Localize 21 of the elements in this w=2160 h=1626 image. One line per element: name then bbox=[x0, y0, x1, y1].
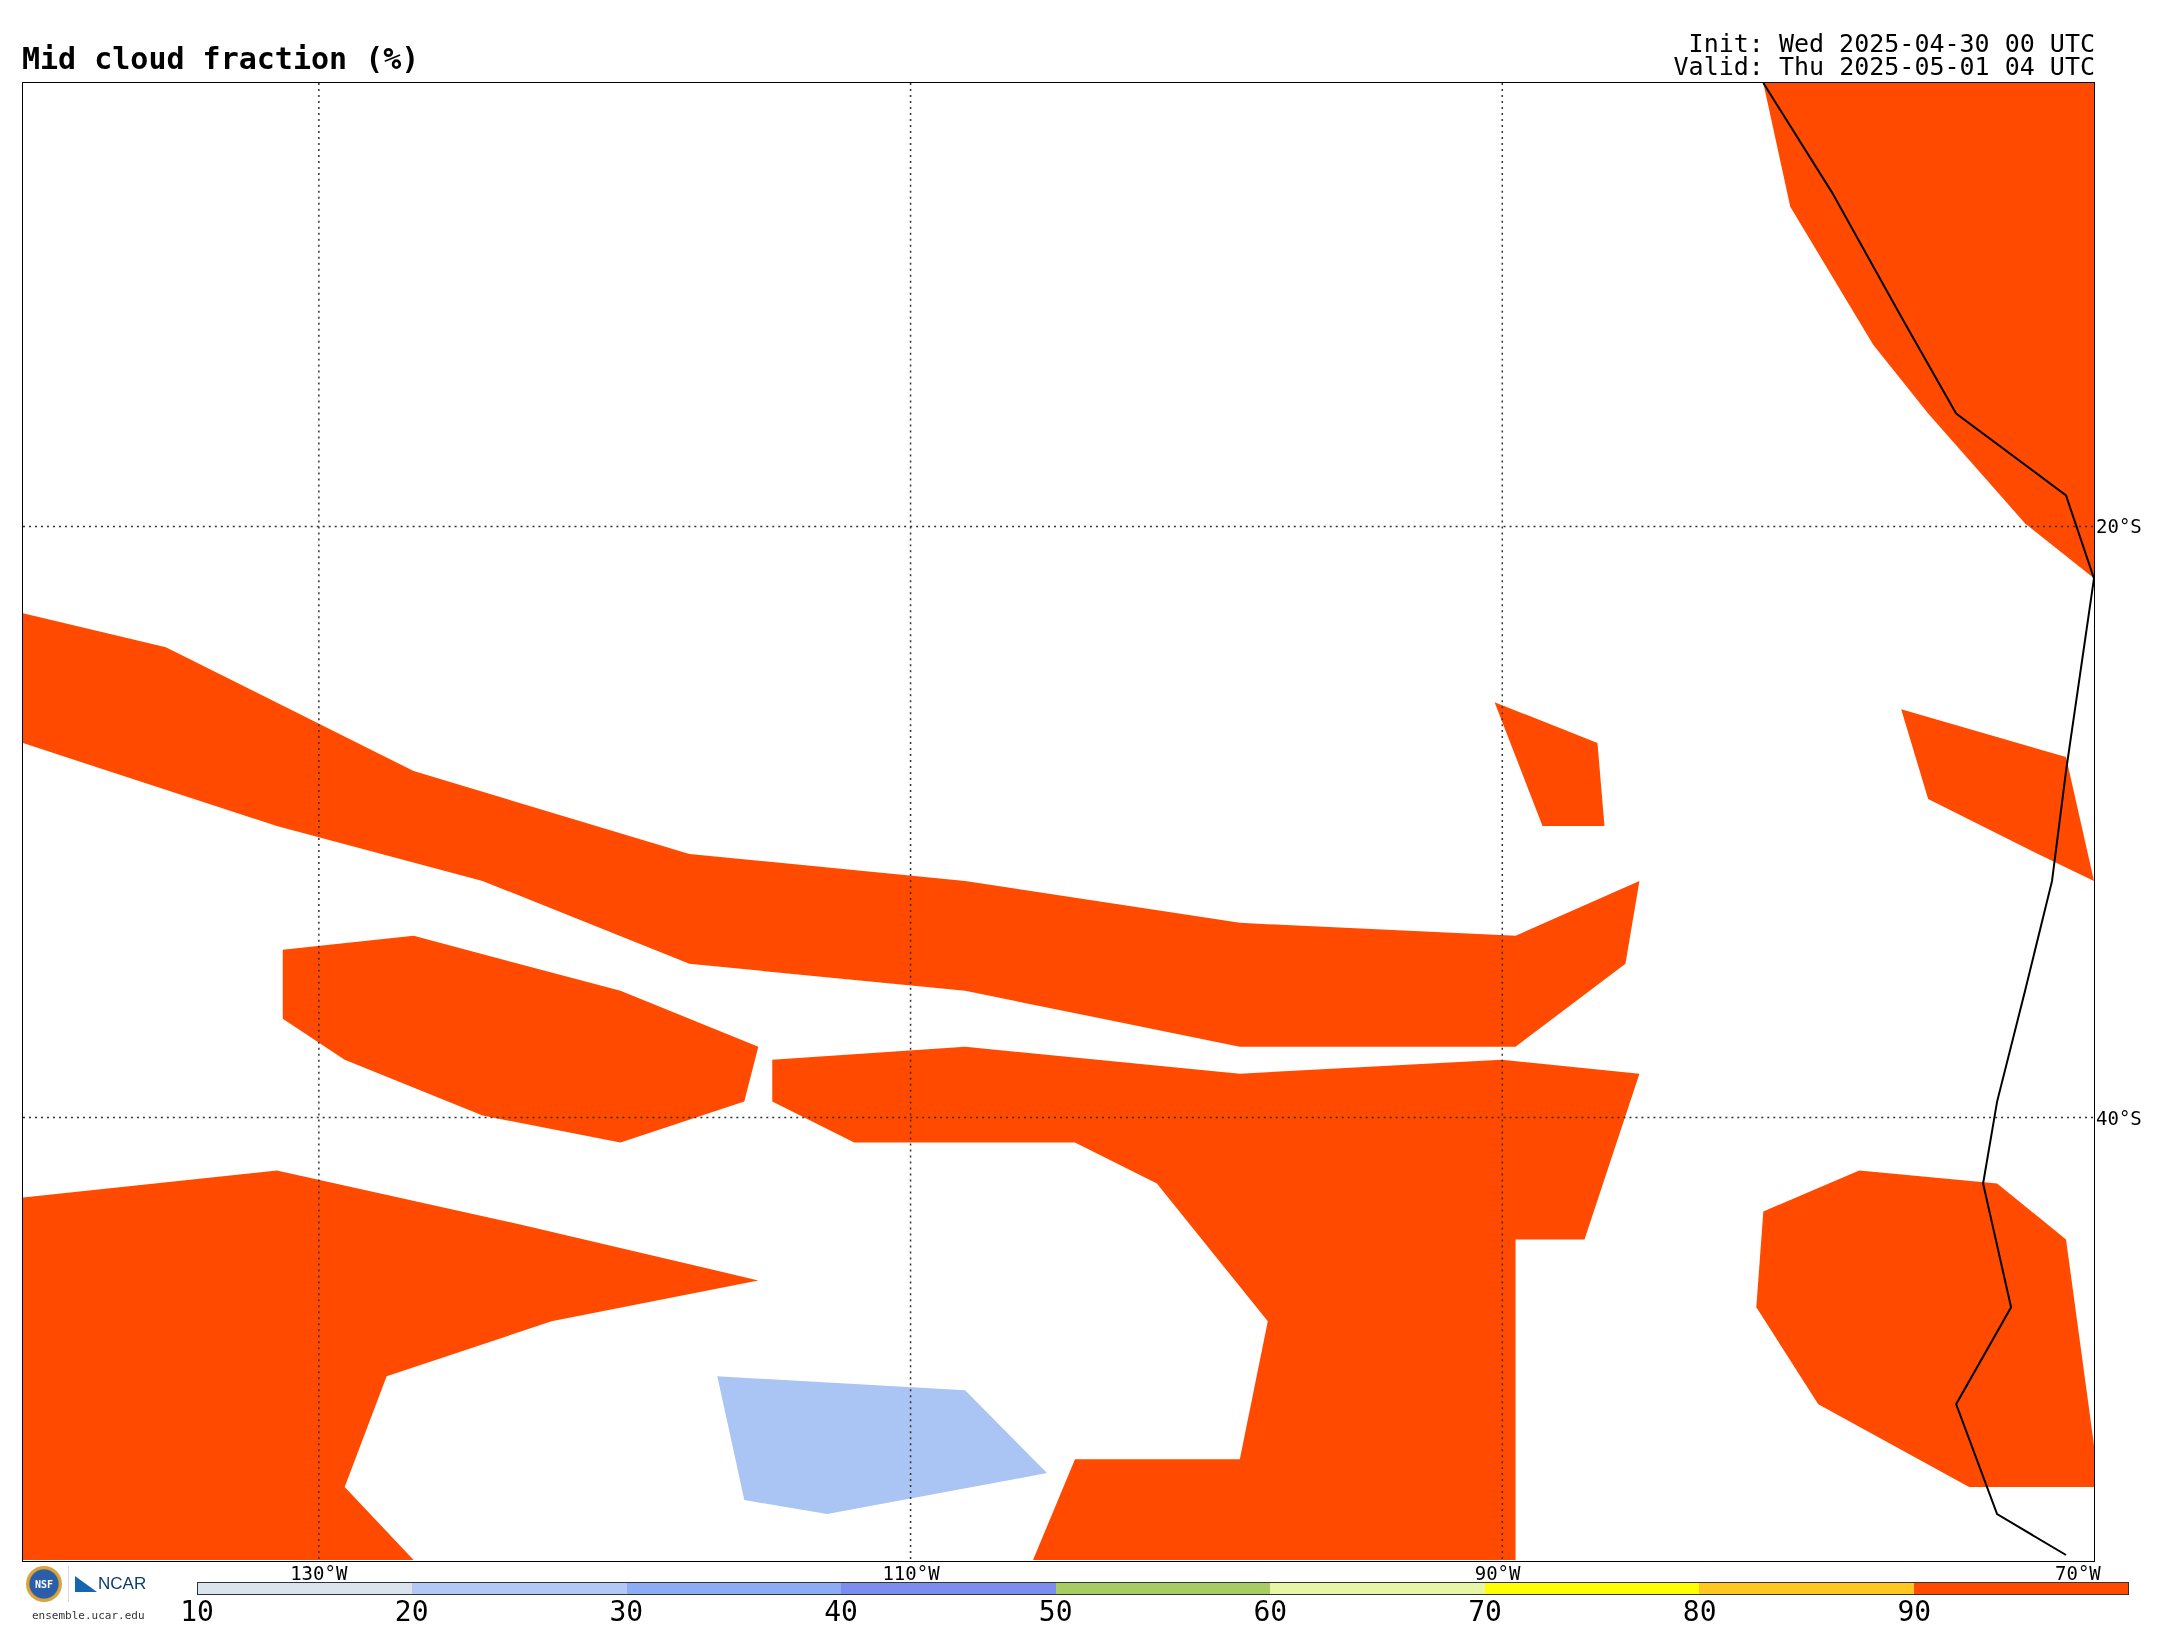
organization-logo: NCAR bbox=[75, 1571, 147, 1597]
longitude-label: 110°W bbox=[882, 1564, 940, 1583]
colorbar-tick-label: 80 bbox=[1682, 1598, 1717, 1626]
seal-logo: NSF bbox=[26, 1566, 62, 1602]
plot-title: Mid cloud fraction (%) bbox=[22, 44, 420, 74]
colorbar-tick-label: 30 bbox=[609, 1598, 644, 1626]
website-label: ensemble.ucar.edu bbox=[32, 1608, 145, 1624]
valid-time: Valid: Thu 2025-05-01 04 UTC bbox=[1673, 55, 2095, 78]
latitude-label: 40°S bbox=[2096, 1109, 2142, 1128]
init-time: Init: Wed 2025-04-30 00 UTC bbox=[1688, 32, 2095, 55]
colorbar-tick-label: 20 bbox=[394, 1598, 429, 1626]
colorbar-tick-label: 10 bbox=[180, 1598, 214, 1626]
colorbar-tick-label: 90 bbox=[1897, 1598, 1932, 1626]
colorbar-tick-label: 60 bbox=[1253, 1598, 1288, 1626]
longitude-label: 70°W bbox=[2055, 1564, 2101, 1583]
colorbar-tick-label: 50 bbox=[1038, 1598, 1073, 1626]
colorbar-tick-label: 70 bbox=[1468, 1598, 1502, 1626]
longitude-label: 90°W bbox=[1474, 1564, 1521, 1583]
colorbar-tick-label: 40 bbox=[824, 1598, 858, 1626]
latitude-label: 20°S bbox=[2096, 517, 2142, 536]
longitude-label: 130°W bbox=[290, 1564, 348, 1583]
